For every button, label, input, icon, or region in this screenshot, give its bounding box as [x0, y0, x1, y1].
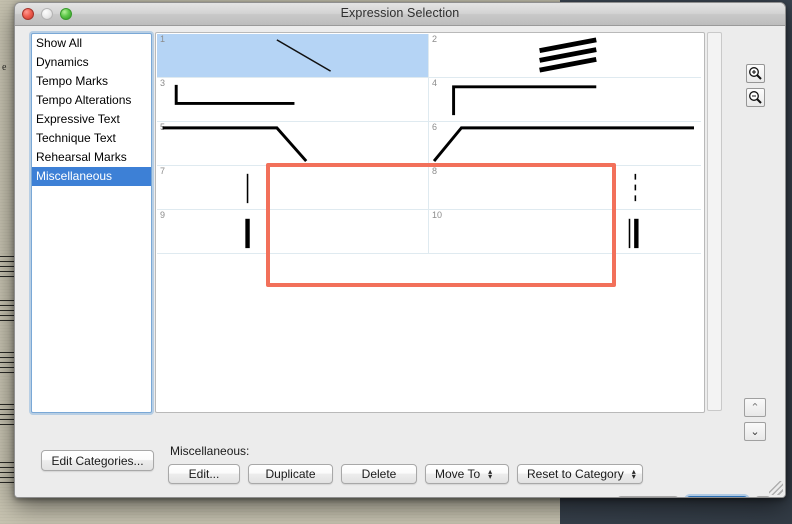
expression-palette[interactable]: 1 2 3 4 5 6 7 8 9 10 [155, 32, 705, 413]
window-title: Expression Selection [340, 6, 460, 20]
create-misc-expression-button[interactable]: Create Misc. Expression... [168, 497, 383, 498]
palette-cell-1[interactable]: 1 [157, 34, 429, 77]
window-titlebar[interactable]: Expression Selection [15, 3, 785, 26]
bracket-down-right-icon [174, 84, 295, 105]
palette-cell-3[interactable]: 3 [157, 78, 429, 121]
category-item-technique-text[interactable]: Technique Text [32, 129, 151, 148]
zoom-out-icon [749, 91, 762, 104]
thick-barline-icon [245, 218, 250, 249]
palette-cell-6[interactable]: 6 [429, 122, 701, 165]
bracket-up-right-icon [452, 85, 597, 116]
palette-cell-10[interactable]: 10 [429, 210, 701, 253]
chevron-down-icon: ⌄ [750, 426, 760, 438]
cancel-button[interactable]: Cancel [617, 496, 679, 497]
chevron-up-icon: ⌃ [750, 402, 760, 414]
palette-cell-8[interactable]: 8 [429, 166, 701, 209]
palette-row: 3 4 [157, 78, 701, 122]
assign-stepper[interactable]: ▴ ▾ [755, 496, 771, 497]
screen-root: e Expression Selection Show All Dynamics… [0, 0, 792, 524]
palette-row: 9 10 [157, 210, 701, 254]
palette-cell-9[interactable]: 9 [157, 210, 429, 253]
edit-button[interactable]: Edit... [168, 464, 240, 484]
category-item-show-all[interactable]: Show All [32, 34, 151, 53]
double-barline-icon [628, 218, 639, 249]
line-dip-down-icon [162, 126, 308, 163]
delete-button[interactable]: Delete [341, 464, 417, 484]
popup-arrows-icon: ▴ ▾ [631, 467, 636, 481]
zoom-out-button[interactable] [746, 88, 765, 107]
palette-vertical-scrollbar[interactable] [707, 32, 722, 411]
category-item-miscellaneous[interactable]: Miscellaneous [32, 167, 151, 186]
background-text-fragment: e [2, 62, 7, 73]
expression-selection-dialog: Expression Selection Show All Dynamics T… [14, 2, 786, 498]
category-item-rehearsal-marks[interactable]: Rehearsal Marks [32, 148, 151, 167]
palette-row: 5 6 [157, 122, 701, 166]
category-list[interactable]: Show All Dynamics Tempo Marks Tempo Alte… [31, 33, 152, 413]
category-item-dynamics[interactable]: Dynamics [32, 53, 151, 72]
diagonal-line-icon [276, 39, 332, 72]
move-to-label: Move To [435, 467, 481, 481]
palette-row: 1 2 [157, 34, 701, 78]
expression-actions-row: Edit... Duplicate Delete Move To ▴ ▾ Rese… [168, 464, 643, 484]
three-slashes-icon [539, 37, 597, 73]
move-to-popup[interactable]: Move To ▴ ▾ [425, 464, 509, 484]
window-resize-grip[interactable] [769, 481, 783, 495]
category-item-tempo-marks[interactable]: Tempo Marks [32, 72, 151, 91]
palette-cell-7[interactable]: 7 [157, 166, 429, 209]
category-item-expressive-text[interactable]: Expressive Text [32, 110, 151, 129]
reset-to-category-popup[interactable]: Reset to Category ▴ ▾ [517, 464, 643, 484]
dialog-body: Show All Dynamics Tempo Marks Tempo Alte… [15, 26, 785, 497]
palette-grid: 1 2 3 4 5 6 7 8 9 10 [157, 34, 702, 409]
palette-cell-5[interactable]: 5 [157, 122, 429, 165]
duplicate-button[interactable]: Duplicate [248, 464, 333, 484]
reset-to-category-label: Reset to Category [527, 467, 624, 481]
palette-cell-4[interactable]: 4 [429, 78, 701, 121]
zoom-in-icon [749, 67, 762, 80]
popup-arrows-icon: ▴ ▾ [488, 467, 493, 481]
thin-barline-icon [246, 173, 249, 204]
assign-button[interactable]: Assign [686, 496, 748, 497]
dashed-barline-icon [634, 173, 637, 204]
category-item-tempo-alterations[interactable]: Tempo Alterations [32, 91, 151, 110]
selected-category-label: Miscellaneous: [170, 444, 250, 458]
palette-cell-2[interactable]: 2 [429, 34, 701, 77]
palette-empty-area[interactable] [158, 299, 702, 409]
scroll-down-button[interactable]: ⌄ [744, 422, 766, 441]
edit-categories-button[interactable]: Edit Categories... [41, 450, 154, 471]
scroll-up-button[interactable]: ⌃ [744, 398, 766, 417]
dialog-confirm-row: Cancel Assign ▴ ▾ [617, 496, 771, 497]
zoom-in-button[interactable] [746, 64, 765, 83]
palette-row: 7 8 [157, 166, 701, 210]
line-rise-flat-icon [432, 126, 694, 163]
